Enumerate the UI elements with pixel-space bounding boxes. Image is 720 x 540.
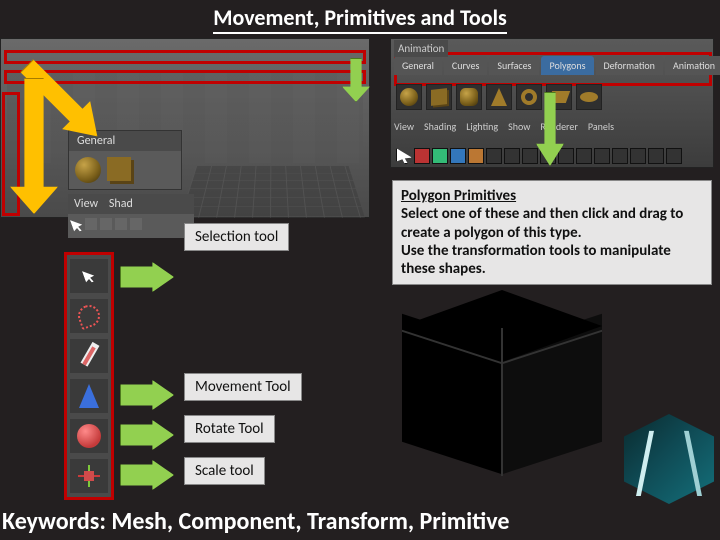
poly-sphere-icon[interactable] [396,84,422,110]
menu-shading[interactable]: Shading [424,120,456,133]
tab-general[interactable]: General [394,56,442,75]
viewport-icon-10[interactable] [576,148,592,164]
viewport-icon-2[interactable] [432,148,448,164]
label-rotate-tool: Rotate Tool [184,415,275,443]
polygon-primitives-explain: Polygon Primitives Select one of these a… [392,180,712,285]
arrow-selection [120,262,174,292]
highlight-menu-bar [4,50,366,64]
viewport-icon-12[interactable] [612,148,628,164]
tab-surfaces[interactable]: Surfaces [489,56,539,75]
menu-panels[interactable]: Panels [588,120,614,133]
view-panel-header: View Shad [68,194,194,214]
poly-torus-icon[interactable] [516,84,542,110]
mini-icon-3[interactable] [115,218,127,230]
poly-cone-icon[interactable] [486,84,512,110]
general-panel: General [68,130,182,190]
label-selection-tool: Selection tool [184,223,289,251]
paint-select-tool[interactable] [70,339,108,373]
scale-tool[interactable] [70,459,108,493]
rotate-tool[interactable] [70,419,108,453]
maya-logo-icon [624,414,714,504]
arrow-scale [120,460,174,490]
highlight-shelf-bar [4,70,366,84]
arrow-movement [120,380,174,410]
poly-cube-icon[interactable] [426,84,452,110]
menu-show[interactable]: Show [508,120,530,133]
viewport-icon-7[interactable] [522,148,538,164]
viewport-icon-1[interactable] [414,148,430,164]
general-cube-icon[interactable] [107,157,131,181]
viewport-cursor-icon[interactable] [396,148,412,164]
viewport-icon-13[interactable] [630,148,646,164]
viewport-icon-11[interactable] [594,148,610,164]
explain-heading: Polygon Primitives [401,187,516,205]
toolbox [64,252,114,500]
general-panel-header: General [69,131,181,151]
move-tool[interactable] [70,379,108,413]
explain-line1: Select one of these and then click and d… [401,205,683,241]
highlight-toolbox-left [2,92,20,216]
label-scale-tool: Scale tool [184,457,265,485]
shad-label: Shad [109,197,133,211]
viewport-menu: View Shading Lighting Show Renderer Pane… [394,120,614,133]
general-sphere-icon[interactable] [75,157,101,183]
viewport-icon-6[interactable] [504,148,520,164]
view-label: View [74,197,98,211]
menu-lighting[interactable]: Lighting [466,120,498,133]
cube-illustration [402,290,598,470]
tab-curves[interactable]: Curves [444,56,487,75]
viewport-grid [180,166,365,218]
viewport-icon-15[interactable] [666,148,682,164]
label-movement-tool: Movement Tool [184,373,302,401]
animation-dropdown[interactable]: Animation [394,40,448,57]
polygon-shelf-icons [396,84,602,110]
viewport-icon-9[interactable] [558,148,574,164]
page-title: Movement, Primitives and Tools [213,4,507,34]
viewport-icon-5[interactable] [486,148,502,164]
select-tool[interactable] [70,259,108,293]
keywords-line: Keywords: Mesh, Component, Transform, Pr… [2,507,509,536]
cursor-icon[interactable] [70,217,84,234]
lasso-tool[interactable] [70,299,108,333]
arrow-rotate [120,420,174,450]
poly-disc-icon[interactable] [576,84,602,110]
tab-animation[interactable]: Animation [665,56,720,75]
viewport-icon-14[interactable] [648,148,664,164]
mini-icon-4[interactable] [130,218,142,230]
mini-icon-2[interactable] [100,218,112,230]
view-panel: View Shad [68,194,194,238]
shelf-tabs: General Curves Surfaces Polygons Deforma… [394,56,720,75]
mini-icon-1[interactable] [85,218,97,230]
explain-line2: Use the transformation tools to manipula… [401,242,671,278]
tab-deformation[interactable]: Deformation [596,56,663,75]
viewport-icon-row [396,148,682,164]
tab-polygons[interactable]: Polygons [541,56,593,75]
viewport-icon-3[interactable] [450,148,466,164]
viewport-icon-4[interactable] [468,148,484,164]
menu-view[interactable]: View [394,120,414,133]
poly-cylinder-icon[interactable] [456,84,482,110]
